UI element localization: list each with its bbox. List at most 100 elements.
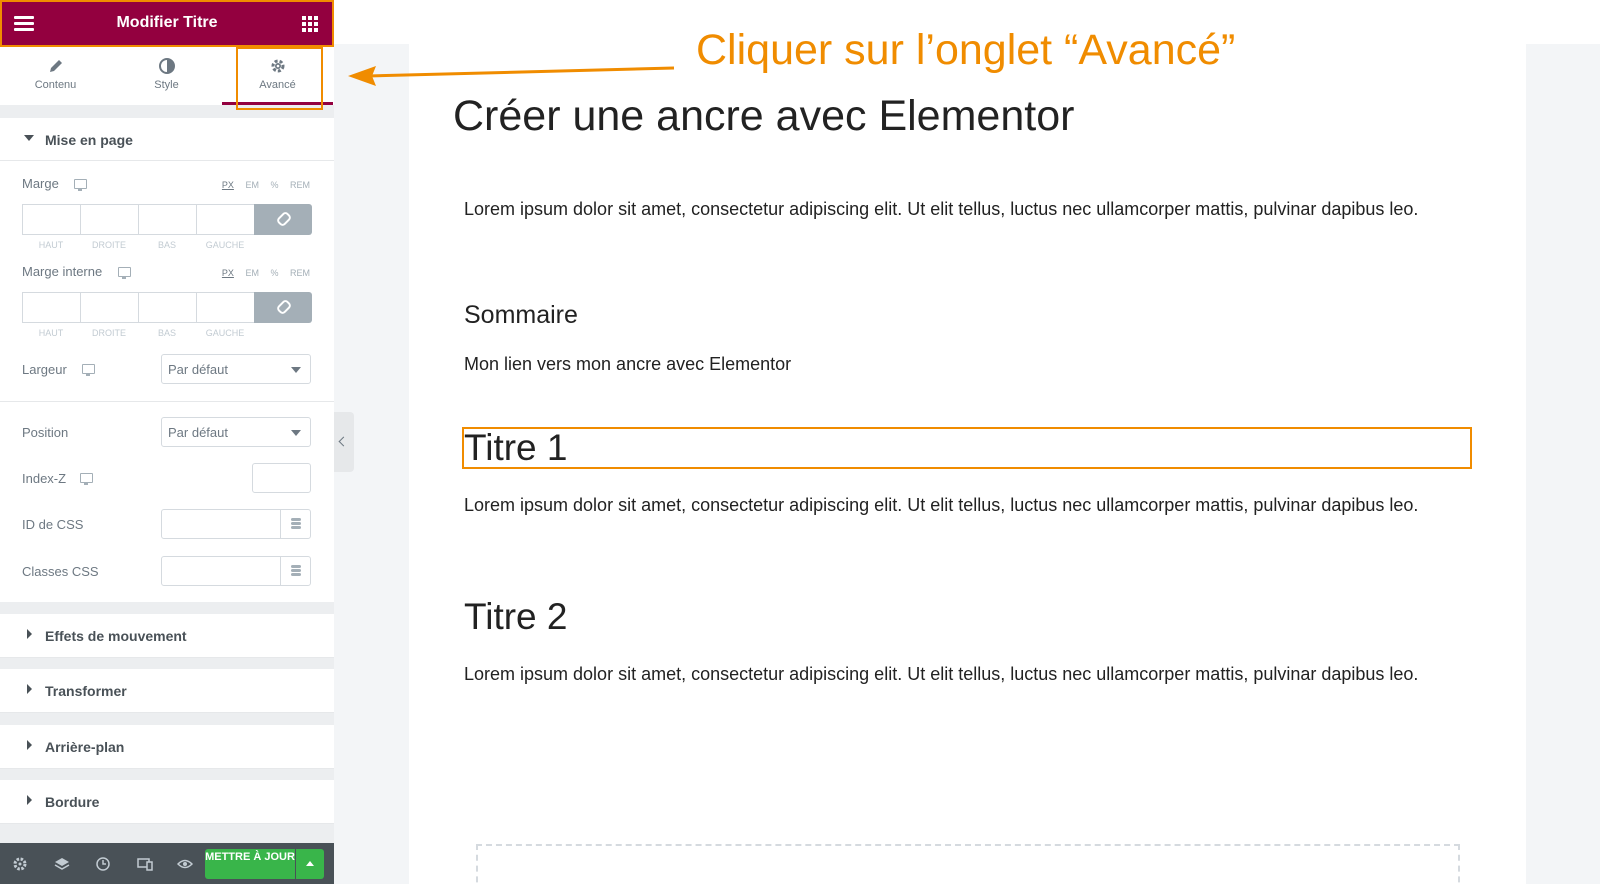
zindex-input[interactable] <box>252 463 311 493</box>
layout-section-title: Mise en page <box>45 132 133 148</box>
elementor-editor: Modifier Titre Contenu Style Avancé Mise… <box>0 0 1600 884</box>
desktop-icon[interactable] <box>80 473 93 485</box>
background-section[interactable]: Arrière-plan <box>0 725 334 769</box>
caret-right-icon <box>27 629 32 639</box>
margin-side-labels: HAUT DROITE BAS GAUCHE <box>22 240 254 250</box>
responsive-icon[interactable] <box>137 856 153 872</box>
tab-avance[interactable]: Avancé <box>222 47 333 105</box>
padding-top-input[interactable] <box>22 292 80 323</box>
margin-bottom-input[interactable] <box>138 204 196 235</box>
unit-em[interactable]: EM <box>245 268 259 278</box>
position-select[interactable]: Par défaut <box>161 417 311 447</box>
preview-icon[interactable] <box>177 856 193 872</box>
border-section[interactable]: Bordure <box>0 780 334 824</box>
transform-section[interactable]: Transformer <box>0 669 334 713</box>
side-label-right: DROITE <box>91 328 126 338</box>
layers-icon[interactable] <box>54 856 70 872</box>
editor-panel: Modifier Titre Contenu Style Avancé Mise… <box>0 0 334 884</box>
text-paragraph[interactable]: Lorem ipsum dolor sit amet, consectetur … <box>464 660 1454 688</box>
panel-tabs: Contenu Style Avancé <box>0 47 334 105</box>
width-label: Largeur <box>22 362 67 377</box>
heading-titre-1[interactable]: Titre 1 <box>464 427 567 469</box>
summary-heading[interactable]: Sommaire <box>464 301 578 330</box>
margin-left-input[interactable] <box>196 204 254 235</box>
unit-px[interactable]: PX <box>222 180 234 190</box>
caret-right-icon <box>27 740 32 750</box>
update-button[interactable]: METTRE À JOUR <box>205 849 295 879</box>
tab-style-label: Style <box>154 79 179 91</box>
side-label-left: GAUCHE <box>205 240 245 250</box>
padding-label: Marge interne <box>22 264 103 279</box>
side-label-bottom: BAS <box>157 240 176 250</box>
margin-right-input[interactable] <box>80 204 138 235</box>
caret-right-icon <box>27 795 32 805</box>
selected-widget-outline <box>462 427 1472 469</box>
margin-units: PX EM % REM <box>213 180 310 190</box>
side-label-bottom: BAS <box>157 328 176 338</box>
zindex-label: Index-Z <box>22 471 67 486</box>
desktop-icon[interactable] <box>74 179 87 191</box>
padding-bottom-input[interactable] <box>138 292 196 323</box>
caret-down-icon <box>24 135 34 141</box>
tab-contenu[interactable]: Contenu <box>0 47 111 105</box>
side-label-top: HAUT <box>38 240 64 250</box>
dynamic-tags-icon[interactable] <box>280 510 310 538</box>
unit-rem[interactable]: REM <box>290 180 310 190</box>
panel-footer: METTRE À JOUR <box>0 843 334 884</box>
css-classes-label: Classes CSS <box>22 564 99 579</box>
text-paragraph[interactable]: Lorem ipsum dolor sit amet, consectetur … <box>464 195 1454 223</box>
side-label-top: HAUT <box>38 328 64 338</box>
css-classes-input[interactable] <box>161 556 311 586</box>
tab-avance-label: Avancé <box>259 79 296 91</box>
section-title: Transformer <box>45 683 127 699</box>
history-icon[interactable] <box>95 856 111 872</box>
unit-rem[interactable]: REM <box>290 268 310 278</box>
link-icon[interactable] <box>254 292 312 323</box>
side-label-left: GAUCHE <box>205 328 245 338</box>
tab-style[interactable]: Style <box>111 47 222 105</box>
side-label-right: DROITE <box>91 240 126 250</box>
heading-titre-2[interactable]: Titre 2 <box>464 596 567 638</box>
divider <box>0 401 334 402</box>
css-id-label: ID de CSS <box>22 517 84 532</box>
gear-icon <box>271 59 284 73</box>
section-title: Arrière-plan <box>45 739 125 755</box>
layout-section-header[interactable]: Mise en page <box>0 118 334 161</box>
desktop-icon[interactable] <box>82 364 95 376</box>
unit-percent[interactable]: % <box>270 180 278 190</box>
width-select[interactable]: Par défaut <box>161 354 311 384</box>
unit-percent[interactable]: % <box>270 268 278 278</box>
pencil-icon <box>49 60 62 72</box>
padding-side-labels: HAUT DROITE BAS GAUCHE <box>22 328 254 338</box>
summary-link[interactable]: Mon lien vers mon ancre avec Elementor <box>464 350 1454 378</box>
padding-left-input[interactable] <box>196 292 254 323</box>
add-section-dropzone[interactable] <box>476 844 1460 884</box>
caret-right-icon <box>27 684 32 694</box>
section-title: Bordure <box>45 794 100 810</box>
padding-units: PX EM % REM <box>213 268 310 278</box>
unit-em[interactable]: EM <box>245 180 259 190</box>
dynamic-tags-icon[interactable] <box>280 557 310 585</box>
panel-header: Modifier Titre <box>0 0 334 47</box>
margin-label: Marge <box>22 176 59 191</box>
settings-icon[interactable] <box>12 856 28 872</box>
collapse-panel-toggle[interactable] <box>334 412 354 472</box>
margin-top-input[interactable] <box>22 204 80 235</box>
widgets-grid-icon[interactable] <box>302 16 318 32</box>
text-paragraph[interactable]: Lorem ipsum dolor sit amet, consectetur … <box>464 491 1454 519</box>
update-options-button[interactable] <box>296 849 324 879</box>
panel-title: Modifier Titre <box>116 14 218 31</box>
tab-contenu-label: Contenu <box>34 79 77 91</box>
padding-right-input[interactable] <box>80 292 138 323</box>
unit-px[interactable]: PX <box>222 268 234 278</box>
motion-effects-section[interactable]: Effets de mouvement <box>0 614 334 658</box>
desktop-icon[interactable] <box>118 267 131 279</box>
link-icon[interactable] <box>254 204 312 235</box>
contrast-icon <box>158 58 175 74</box>
annotation-text: Cliquer sur l’onglet “Avancé” <box>696 26 1236 74</box>
css-id-input[interactable] <box>161 509 311 539</box>
annotation-arrow <box>348 66 675 86</box>
layout-section: Mise en page Marge PX EM % REM HAUT DROI… <box>0 118 334 602</box>
page-title[interactable]: Créer une ancre avec Elementor <box>453 92 1074 141</box>
section-title: Effets de mouvement <box>45 628 187 644</box>
